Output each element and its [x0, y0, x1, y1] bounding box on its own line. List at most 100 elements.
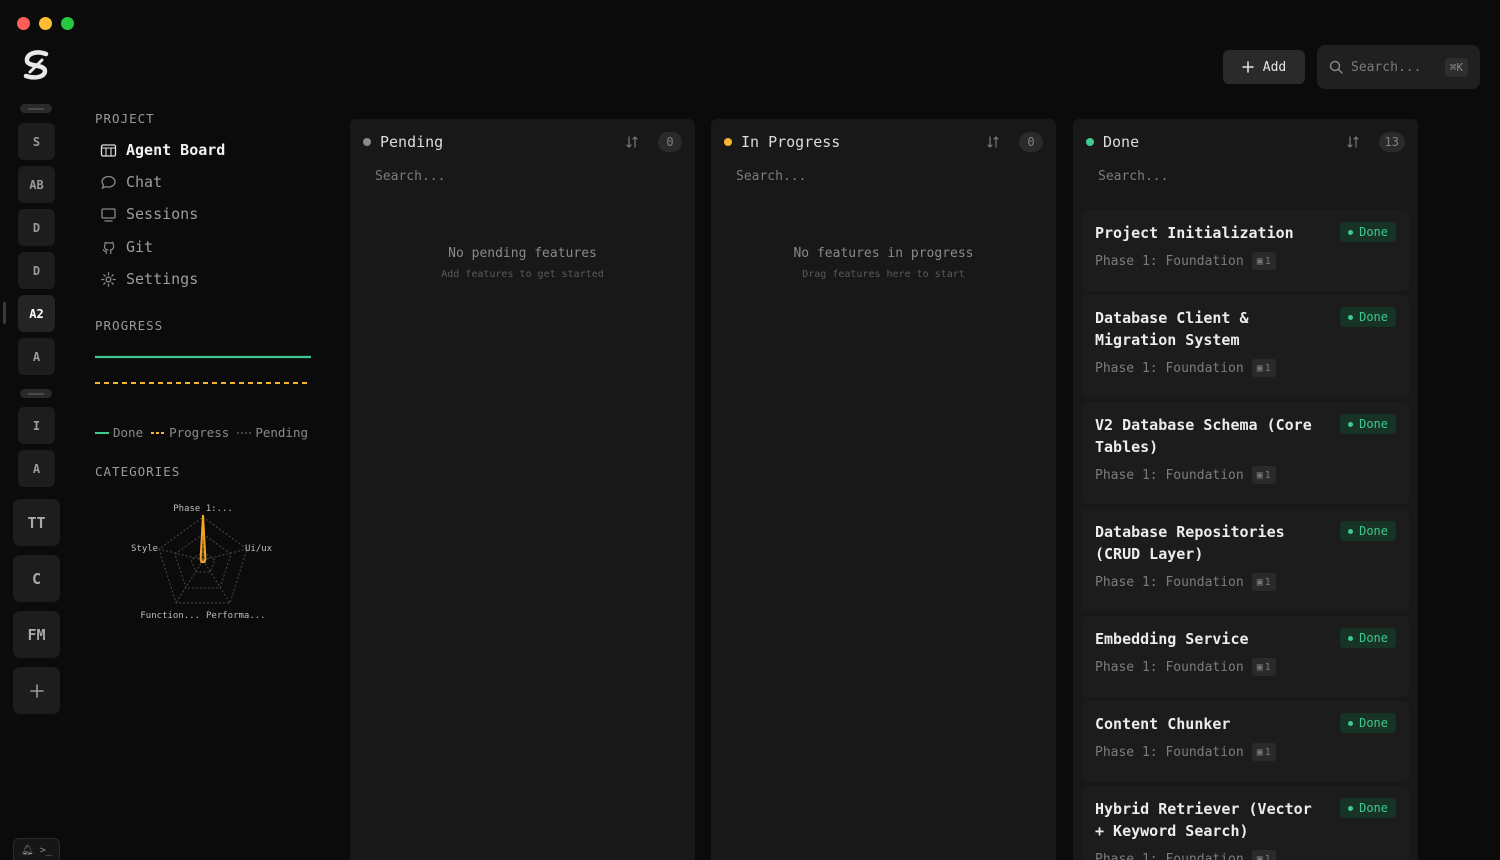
column-pending: Pending 0 Search... No pending features … — [350, 119, 695, 860]
column-search-input[interactable]: Search... — [736, 169, 806, 184]
app-logo-icon — [23, 50, 49, 80]
status-dot — [1348, 635, 1354, 641]
status-dot — [363, 138, 371, 146]
status-badge-label: Done — [1359, 631, 1388, 645]
status-badge-label: Done — [1359, 310, 1388, 324]
radar-label-uiux: Ui/ux — [245, 544, 273, 554]
nav-settings[interactable]: Settings — [100, 270, 198, 288]
progress-lines — [95, 355, 311, 384]
search-icon — [1329, 60, 1343, 74]
card-phase: Phase 1: Foundation — [1095, 659, 1244, 675]
feature-card[interactable]: Embedding Service Phase 1: Foundation ▣ 1 … — [1082, 616, 1409, 697]
radar-series-shape — [199, 514, 207, 563]
legend-done: Done — [95, 425, 143, 440]
rail-active-indicator — [3, 302, 6, 324]
rail-project-a1[interactable]: A — [18, 338, 55, 375]
feature-card[interactable]: Database Client & Migration System Phase… — [1082, 295, 1409, 397]
status-dot — [1348, 528, 1354, 534]
status-dot — [724, 138, 732, 146]
card-phase: Phase 1: Foundation — [1095, 744, 1244, 760]
card-chip-count: 1 — [1264, 576, 1271, 588]
nav-sessions[interactable]: Sessions — [100, 205, 198, 223]
rail-project-c[interactable]: C — [13, 555, 60, 602]
terminal-icon[interactable]: >_ — [40, 845, 52, 860]
column-count-badge: 0 — [1019, 132, 1043, 152]
radar-label-function: Function... — [140, 611, 200, 621]
image-icon: ▣ — [1256, 255, 1263, 267]
rail-project-d1[interactable]: D — [18, 209, 55, 246]
card-phase: Phase 1: Foundation — [1095, 574, 1244, 590]
nav-git[interactable]: Git — [100, 238, 153, 256]
rail-project-ab[interactable]: AB — [18, 166, 55, 203]
project-section-label: PROJECT — [95, 111, 155, 126]
gear-icon — [101, 271, 116, 287]
nav-chat[interactable]: Chat — [100, 173, 162, 191]
rail-project-fm[interactable]: FM — [13, 611, 60, 658]
status-badge-label: Done — [1359, 524, 1388, 538]
empty-state-subtitle: Drag features here to start — [802, 269, 965, 280]
add-project-button[interactable] — [13, 667, 60, 714]
card-chip: ▣ 1 — [1251, 850, 1276, 860]
sort-icon[interactable] — [625, 135, 639, 149]
status-dot — [1348, 314, 1354, 320]
bell-icon[interactable]: 🔔︎ — [21, 845, 34, 860]
status-dot — [1348, 229, 1354, 235]
rail-divider — [20, 104, 52, 113]
card-title: Project Initialization — [1095, 224, 1294, 242]
sort-icon[interactable] — [1346, 135, 1360, 149]
status-badge: Done — [1340, 307, 1396, 327]
card-meta: Phase 1: Foundation ▣ 1 — [1095, 658, 1396, 676]
card-title: Embedding Service — [1095, 630, 1249, 648]
status-dot — [1348, 720, 1354, 726]
status-badge: Done — [1340, 222, 1396, 242]
card-chip-count: 1 — [1264, 746, 1271, 758]
rail-divider — [20, 389, 52, 398]
column-in-progress: In Progress 0 Search... No features in p… — [711, 119, 1056, 860]
sessions-icon — [101, 207, 116, 222]
status-dot — [1348, 805, 1354, 811]
nav-label: Git — [126, 238, 154, 256]
add-button-label: Add — [1262, 59, 1287, 75]
card-chip: ▣ 1 — [1251, 743, 1276, 761]
feature-card[interactable]: Hybrid Retriever (Vector + Keyword Searc… — [1082, 786, 1409, 860]
card-phase: Phase 1: Foundation — [1095, 467, 1244, 483]
column-title: In Progress — [741, 133, 841, 151]
image-icon: ▣ — [1256, 746, 1263, 758]
rail-project-d2[interactable]: D — [18, 252, 55, 289]
rail-project-s[interactable]: S — [18, 123, 55, 160]
card-title: Hybrid Retriever (Vector + Keyword Searc… — [1095, 800, 1312, 840]
legend-pending: Pending — [237, 425, 308, 440]
card-phase: Phase 1: Foundation — [1095, 851, 1244, 860]
rail-project-a3[interactable]: A — [18, 450, 55, 487]
status-badge-label: Done — [1359, 225, 1388, 239]
card-chip: ▣ 1 — [1251, 573, 1276, 591]
rail-project-i[interactable]: I — [18, 407, 55, 444]
radar-label-phase: Phase 1:... — [173, 504, 233, 514]
legend-progress-label: Progress — [169, 425, 230, 440]
column-count-badge: 0 — [658, 132, 682, 152]
card-title: Database Client & Migration System — [1095, 309, 1249, 349]
plus-icon — [29, 683, 44, 698]
global-search-input[interactable]: Search... ⌘K — [1317, 45, 1480, 89]
card-meta: Phase 1: Foundation ▣ 1 — [1095, 359, 1396, 377]
rail-project-a2[interactable]: A2 — [18, 295, 55, 332]
add-feature-button[interactable]: Add — [1223, 50, 1305, 84]
feature-card[interactable]: V2 Database Schema (Core Tables) Phase 1… — [1082, 402, 1409, 504]
project-rail: S AB D D A2 A I A TT C FM 🔔︎ >_ — [0, 0, 72, 860]
feature-card[interactable]: Database Repositories (CRUD Layer) Phase… — [1082, 509, 1409, 611]
sort-icon[interactable] — [986, 135, 1000, 149]
feature-card[interactable]: Content Chunker Phase 1: Foundation ▣ 1 Do… — [1082, 701, 1409, 782]
rail-bottom-tools: 🔔︎ >_ — [13, 838, 60, 860]
rail-project-tt[interactable]: TT — [13, 499, 60, 546]
nav-agent-board[interactable]: Agent Board — [100, 141, 225, 159]
column-search-input[interactable]: Search... — [1098, 169, 1168, 184]
column-search-input[interactable]: Search... — [375, 169, 445, 184]
chat-icon — [101, 175, 116, 189]
search-shortcut-badge: ⌘K — [1444, 57, 1468, 77]
card-chip: ▣ 1 — [1251, 252, 1276, 270]
plus-icon — [1242, 61, 1254, 73]
radar-label-performance: Performa... — [206, 611, 266, 621]
sidebar: PROJECT Agent Board Chat Sessions Git Se… — [95, 0, 335, 860]
card-chip-count: 1 — [1264, 661, 1271, 673]
feature-card[interactable]: Project Initialization Phase 1: Foundati… — [1082, 210, 1409, 291]
